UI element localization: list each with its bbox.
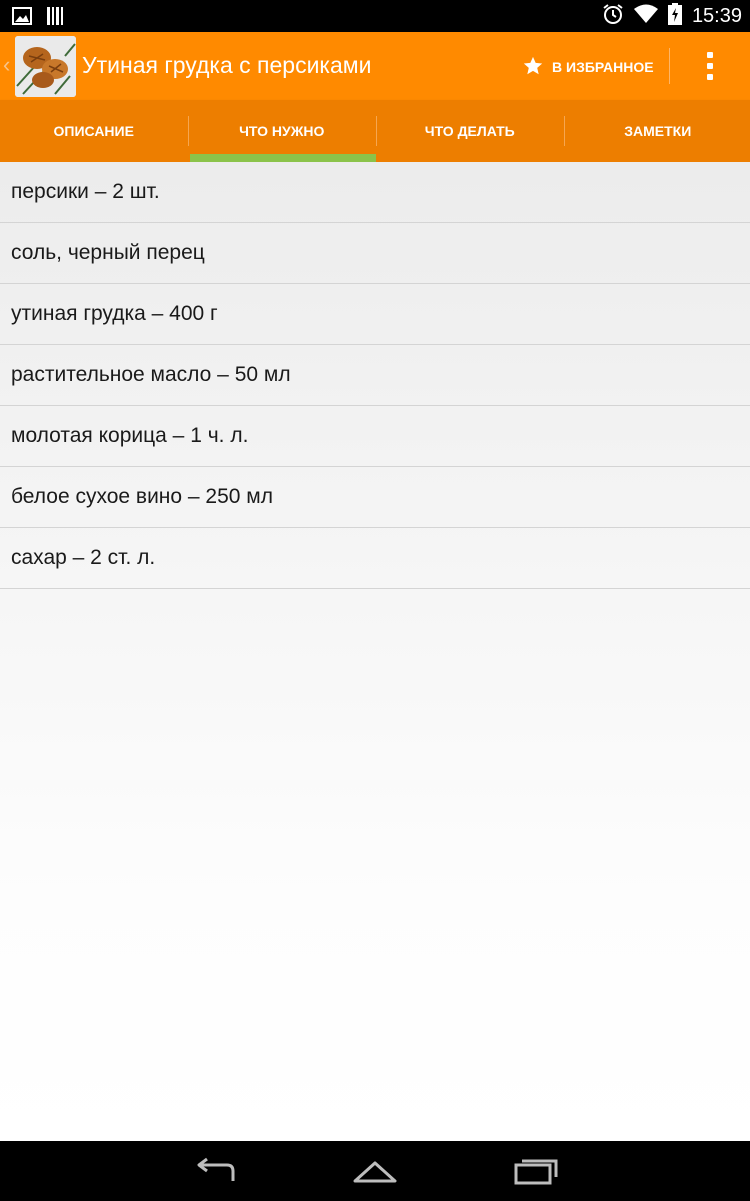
barcode-icon [46,6,64,31]
tab-description[interactable]: ОПИСАНИЕ [0,100,188,162]
wifi-icon [633,4,658,29]
add-to-favorites-button[interactable]: В ИЗБРАННОЕ [522,48,654,86]
clock: 15:39 [691,4,742,27]
selected-tab-indicator [190,154,376,162]
battery-charging-icon [667,2,682,30]
action-bar: ‹ Утиная грудка с персиками В ИЗБРАННОЕ [0,32,750,100]
tab-ingredients[interactable]: ЧТО НУЖНО [188,100,376,162]
back-icon[interactable] [193,1157,237,1190]
picture-icon [12,7,32,30]
list-item[interactable]: соль, черный перец [0,223,750,284]
list-item[interactable]: белое сухое вино – 250 мл [0,467,750,528]
recent-apps-icon[interactable] [514,1155,560,1190]
tab-label: ЧТО ДЕЛАТЬ [424,123,515,139]
action-bar-divider [669,48,670,84]
ingredients-list[interactable]: персики – 2 шт. соль, черный перец утина… [0,162,750,1141]
list-item[interactable]: растительное масло – 50 мл [0,345,750,406]
list-item[interactable]: персики – 2 шт. [0,162,750,223]
tab-bar: ОПИСАНИЕ ЧТО НУЖНО ЧТО ДЕЛАТЬ ЗАМЕТКИ [0,100,750,162]
overflow-menu-icon[interactable] [696,48,724,84]
favorites-label: В ИЗБРАННОЕ [552,59,654,75]
star-icon [522,55,544,80]
recipe-thumbnail[interactable] [15,36,76,97]
tab-steps[interactable]: ЧТО ДЕЛАТЬ [376,100,564,162]
status-bar: 15:39 [0,0,750,32]
alarm-icon [602,3,624,30]
home-icon[interactable] [352,1157,398,1190]
recipe-title: Утиная грудка с персиками [82,52,372,78]
tab-notes[interactable]: ЗАМЕТКИ [564,100,750,162]
tab-label: ОПИСАНИЕ [53,123,134,139]
list-item[interactable]: сахар – 2 ст. л. [0,528,750,589]
back-chevron-icon[interactable]: ‹ [3,52,10,78]
navigation-bar [0,1141,750,1201]
list-item[interactable]: молотая корица – 1 ч. л. [0,406,750,467]
list-item[interactable]: утиная грудка – 400 г [0,284,750,345]
tab-label: ЧТО НУЖНО [239,123,325,139]
tab-label: ЗАМЕТКИ [624,123,692,139]
